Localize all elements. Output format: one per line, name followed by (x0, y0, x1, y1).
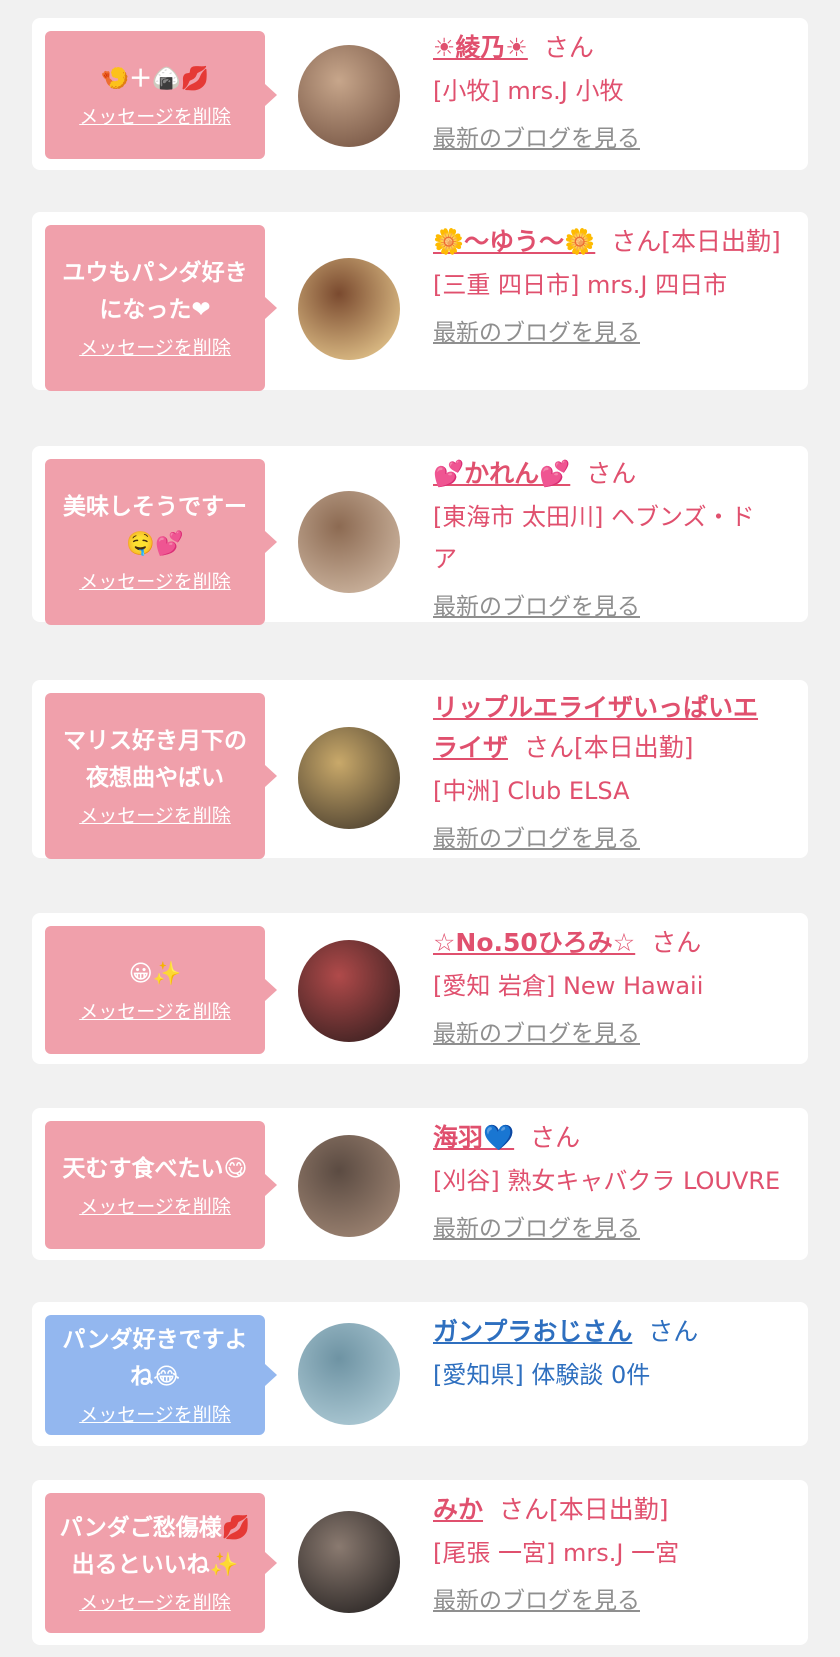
delete-message-link[interactable]: メッセージを削除 (79, 335, 231, 361)
profile-info: リップルエライザいっぱいエ ライザ さん[本日出勤] [中洲] Club ELSA 最新… (433, 688, 798, 854)
profile-name-link[interactable]: ☆No.50ひろみ☆ (433, 928, 635, 957)
list-item: 美味しそうですー 🤤💕 メッセージを削除 💕かれん💕 さん [東海市 太田川] ヘブンズ・… (32, 446, 808, 625)
location-text: [三重 四日市] mrs.J 四日市 (433, 271, 728, 299)
profile-name-link[interactable]: 💕かれん💕 (433, 459, 570, 488)
profile-info: 💕かれん💕 さん [東海市 太田川] ヘブンズ・ドア最新のブログを見る (433, 454, 798, 622)
message-text: パンダご愁傷様💋 出るといいね✨ (59, 1515, 251, 1578)
message-text: 美味しそうですー 🤤💕 (63, 494, 247, 557)
name-suffix: さん (543, 33, 594, 62)
avatar[interactable] (298, 45, 400, 147)
name-suffix: さん (586, 459, 637, 488)
profile-info: みか さん[本日出勤] [尾張 一宮] mrs.J 一宮最新のブログを見る (433, 1490, 798, 1616)
profile-name-link[interactable]: 🌼〜ゆう〜🌼 (433, 227, 595, 256)
latest-blog-link[interactable]: 最新のブログを見る (433, 318, 798, 348)
latest-blog-link[interactable]: 最新のブログを見る (433, 124, 798, 154)
message-bubble: 美味しそうですー 🤤💕 メッセージを削除 (45, 459, 277, 625)
location-text: [愛知 岩倉] New Hawaii (433, 972, 704, 1000)
latest-blog-link[interactable]: 最新のブログを見る (433, 592, 798, 622)
location-text: [東海市 太田川] ヘブンズ・ドア (433, 503, 755, 573)
name-line: ☀綾乃☀ さん (433, 28, 798, 68)
list-item: 😀✨ メッセージを削除 ☆No.50ひろみ☆ さん [愛知 岩倉] New Hawaii… (32, 913, 808, 1064)
name-line: 🌼〜ゆう〜🌼 さん[本日出勤] (433, 222, 798, 262)
location-text: [愛知県] 体験談 0件 (433, 1361, 651, 1389)
list-item: マリス好き月下の 夜想曲やばい メッセージを削除 リップルエライザいっぱいエ ライザ さん… (32, 680, 808, 859)
avatar[interactable] (298, 1135, 400, 1237)
delete-message-link[interactable]: メッセージを削除 (79, 104, 231, 130)
message-bubble: ユウもパンダ好き になった❤ メッセージを削除 (45, 225, 277, 391)
profile-info: ☆No.50ひろみ☆ さん [愛知 岩倉] New Hawaii 最新のブログを見る (433, 923, 798, 1049)
message-text: パンダ好きですよ ね😂 (62, 1327, 248, 1390)
list-item: 天むす食べたい😋 メッセージを削除 海羽💙 さん [刈谷] 熟女キャバクラ LOUVRE… (32, 1108, 808, 1260)
message-text: マリス好き月下の 夜想曲やばい (63, 728, 247, 791)
profile-info: 海羽💙 さん [刈谷] 熟女キャバクラ LOUVRE 最新のブログを見る (433, 1118, 798, 1244)
message-bubble: 天むす食べたい😋 メッセージを削除 (45, 1121, 277, 1249)
list-item: パンダ好きですよ ね😂 メッセージを削除 ガンプラおじさん さん [愛知県] 体験談 0件 (32, 1302, 808, 1446)
profile-name-link[interactable]: 海羽💙 (433, 1123, 514, 1152)
name-line: ガンプラおじさん さん (433, 1312, 798, 1352)
name-suffix: さん[本日出勤] (524, 733, 694, 762)
avatar[interactable] (298, 940, 400, 1042)
name-suffix: さん (648, 1317, 699, 1346)
list-item: パンダご愁傷様💋 出るといいね✨ メッセージを削除 みか さん[本日出勤] [尾張 一宮]… (32, 1480, 808, 1645)
message-bubble: 😀✨ メッセージを削除 (45, 926, 277, 1054)
latest-blog-link[interactable]: 最新のブログを見る (433, 1214, 798, 1244)
name-suffix: さん (530, 1123, 581, 1152)
profile-info: 🌼〜ゆう〜🌼 さん[本日出勤] [三重 四日市] mrs.J 四日市最新のブログを見… (433, 222, 798, 348)
profile-info: ☀綾乃☀ さん [小牧] mrs.J 小牧最新のブログを見る (433, 28, 798, 154)
name-suffix: さん[本日出勤] (611, 227, 781, 256)
profile-name-link[interactable]: ガンプラおじさん (433, 1317, 632, 1346)
avatar[interactable] (298, 1511, 400, 1613)
avatar[interactable] (298, 727, 400, 829)
profile-name-link[interactable]: みか (433, 1495, 483, 1524)
name-line: ☆No.50ひろみ☆ さん (433, 923, 798, 963)
delete-message-link[interactable]: メッセージを削除 (79, 569, 231, 595)
message-bubble: 🍤＋🍙💋 メッセージを削除 (45, 31, 277, 159)
message-text: 🍤＋🍙💋 (100, 65, 210, 92)
message-text: ユウもパンダ好き になった❤ (62, 260, 248, 323)
avatar[interactable] (298, 258, 400, 360)
message-bubble: パンダ好きですよ ね😂 メッセージを削除 (45, 1315, 277, 1435)
list-item: ユウもパンダ好き になった❤ メッセージを削除 🌼〜ゆう〜🌼 さん[本日出勤] [三重 四… (32, 212, 808, 391)
name-suffix: さん (651, 928, 702, 957)
delete-message-link[interactable]: メッセージを削除 (79, 1194, 231, 1220)
delete-message-link[interactable]: メッセージを削除 (79, 803, 231, 829)
location-text: [小牧] mrs.J 小牧 (433, 77, 624, 105)
location-text: [中洲] Club ELSA (433, 777, 630, 805)
name-suffix: さん[本日出勤] (499, 1495, 669, 1524)
message-bubble: パンダご愁傷様💋 出るといいね✨ メッセージを削除 (45, 1493, 277, 1633)
profile-name-link[interactable]: ☀綾乃☀ (433, 33, 528, 62)
latest-blog-link[interactable]: 最新のブログを見る (433, 1019, 798, 1049)
location-text: [尾張 一宮] mrs.J 一宮 (433, 1539, 680, 1567)
latest-blog-link[interactable]: 最新のブログを見る (433, 824, 798, 854)
latest-blog-link[interactable]: 最新のブログを見る (433, 1586, 798, 1616)
delete-message-link[interactable]: メッセージを削除 (79, 999, 231, 1025)
message-bubble: マリス好き月下の 夜想曲やばいメッセージを削除 (45, 693, 277, 859)
profile-info: ガンプラおじさん さん [愛知県] 体験談 0件 (433, 1312, 798, 1396)
message-text: 天むす食べたい😋 (62, 1155, 248, 1182)
name-line: 💕かれん💕 さん (433, 454, 798, 494)
name-line: みか さん[本日出勤] (433, 1490, 798, 1530)
delete-message-link[interactable]: メッセージを削除 (79, 1402, 231, 1428)
location-text: [刈谷] 熟女キャバクラ LOUVRE (433, 1167, 781, 1195)
avatar[interactable] (298, 1323, 400, 1425)
list-item: 🍤＋🍙💋 メッセージを削除 ☀綾乃☀ さん [小牧] mrs.J 小牧最新のブログを見る (32, 18, 808, 170)
avatar[interactable] (298, 491, 400, 593)
name-line: 海羽💙 さん (433, 1118, 798, 1158)
delete-message-link[interactable]: メッセージを削除 (79, 1590, 231, 1616)
message-text: 😀✨ (128, 960, 182, 987)
name-line: リップルエライザいっぱいエ ライザ さん[本日出勤] (433, 688, 798, 768)
